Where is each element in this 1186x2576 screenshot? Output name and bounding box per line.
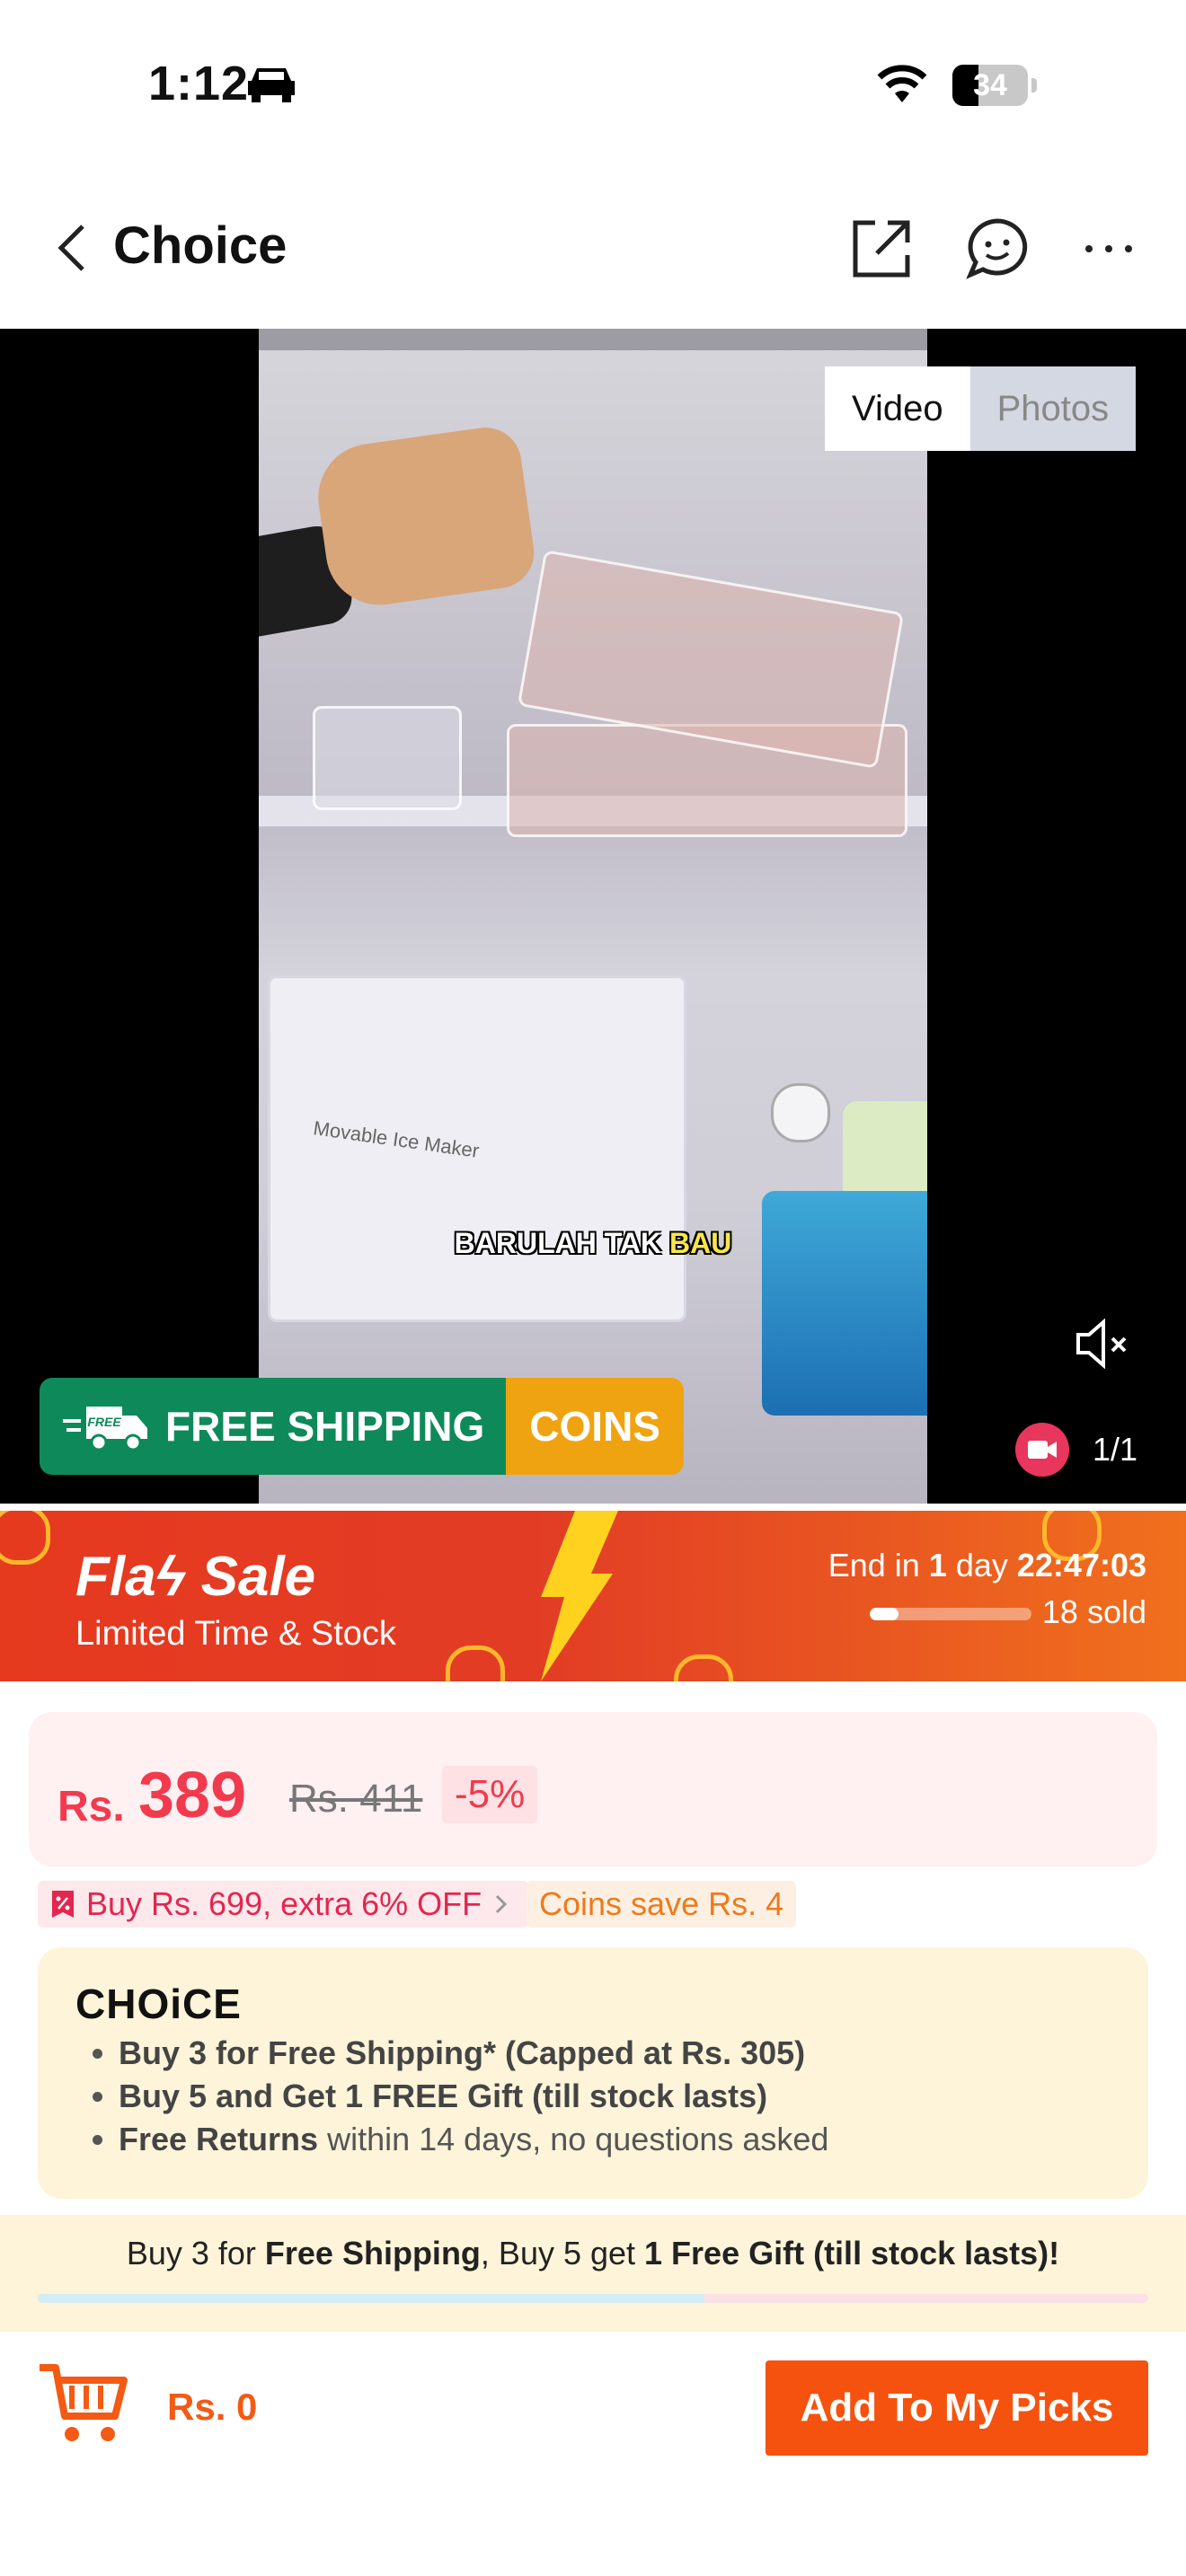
chevron-right-icon [496, 1894, 508, 1914]
page-title: Choice [113, 216, 288, 275]
alarm-clock-icon [674, 1654, 733, 1681]
flash-sale-banner: Flaϟ Sale Limited Time & Stock End in 1 … [0, 1511, 1186, 1681]
battery-level: 34 [973, 68, 1007, 102]
media-toggle: Video Photos [825, 366, 1137, 451]
original-price: Rs. 411 [289, 1777, 423, 1821]
list-item: Buy 5 and Get 1 FREE Gift (till stock la… [119, 2075, 828, 2118]
media-counter: 1/1 [1015, 1423, 1137, 1477]
price-currency: Rs. [58, 1783, 125, 1831]
wifi-icon [877, 65, 927, 102]
shipping-progress-bar [38, 2294, 1148, 2303]
list-item: Free Returns within 14 days, no question… [119, 2118, 828, 2161]
product-media[interactable]: Movable Ice Maker BARULAH TAK BAU Video … [0, 329, 1186, 1504]
more-icon[interactable] [1082, 235, 1136, 262]
chat-icon[interactable] [965, 217, 1030, 280]
add-to-my-picks-button[interactable]: Add To My Picks [766, 2360, 1148, 2456]
delivery-truck-icon: FREE [63, 1407, 147, 1451]
cart-icon[interactable] [36, 2359, 129, 2448]
badge-free-text: FREE [87, 1415, 121, 1429]
choice-logo: CHOiCE [75, 1981, 242, 2027]
choice-benefits: CHOiCE Buy 3 for Free Shipping* (Capped … [38, 1947, 1148, 2199]
video-caption: BARULAH TAK BAU [454, 1227, 732, 1259]
price-amount: 389 [138, 1760, 247, 1831]
extra-off-promo[interactable]: Buy Rs. 699, extra 6% OFF [38, 1881, 529, 1928]
shipping-progress-text: Buy 3 for Free Shipping, Buy 5 get 1 Fre… [126, 2235, 1060, 2272]
flash-sale-title: Flaϟ Sale [75, 1546, 316, 1608]
status-bar: 1:12 34 [0, 0, 1186, 171]
sold-count: 18 sold [1041, 1593, 1146, 1630]
tab-photos[interactable]: Photos [969, 366, 1137, 451]
free-shipping-coins-badge: FREE FREE SHIPPING COINS [40, 1378, 684, 1475]
coins-save-badge: Coins save Rs. 4 [527, 1881, 797, 1928]
share-icon[interactable] [850, 217, 913, 280]
shipping-progress-banner: Buy 3 for Free Shipping, Buy 5 get 1 Fre… [0, 2215, 1186, 2332]
status-time: 1:12 [148, 57, 250, 110]
coupon-icon [52, 1891, 74, 1918]
coins-label: COINS [506, 1378, 684, 1475]
battery-icon: 34 [952, 65, 1037, 106]
video-camera-icon [1015, 1423, 1069, 1477]
extra-off-text: Buy Rs. 699, extra 6% OFF [86, 1885, 482, 1922]
discount-badge: -5% [442, 1766, 538, 1823]
sold-progress [870, 1608, 1031, 1620]
back-icon[interactable] [54, 221, 90, 275]
tab-video[interactable]: Video [825, 366, 970, 451]
car-icon [248, 68, 295, 102]
countdown: End in 1 day 22:47:03 [828, 1547, 1146, 1584]
media-count: 1/1 [1093, 1431, 1138, 1468]
video-frame[interactable]: Movable Ice Maker BARULAH TAK BAU [259, 329, 927, 1504]
lightning-icon [541, 1511, 618, 1681]
mute-icon[interactable] [1075, 1319, 1132, 1369]
alarm-clock-icon [446, 1645, 505, 1681]
price-card: Rs. 389 Rs. 411 -5% [29, 1712, 1157, 1866]
alarm-clock-icon [0, 1511, 50, 1565]
free-shipping-label: FREE SHIPPING [165, 1403, 485, 1450]
flash-sale-subtitle: Limited Time & Stock [75, 1615, 396, 1653]
choice-benefit-list: Buy 3 for Free Shipping* (Capped at Rs. … [119, 2032, 828, 2161]
list-item: Buy 3 for Free Shipping* (Capped at Rs. … [119, 2032, 828, 2075]
cart-total: Rs. 0 [167, 2386, 258, 2428]
